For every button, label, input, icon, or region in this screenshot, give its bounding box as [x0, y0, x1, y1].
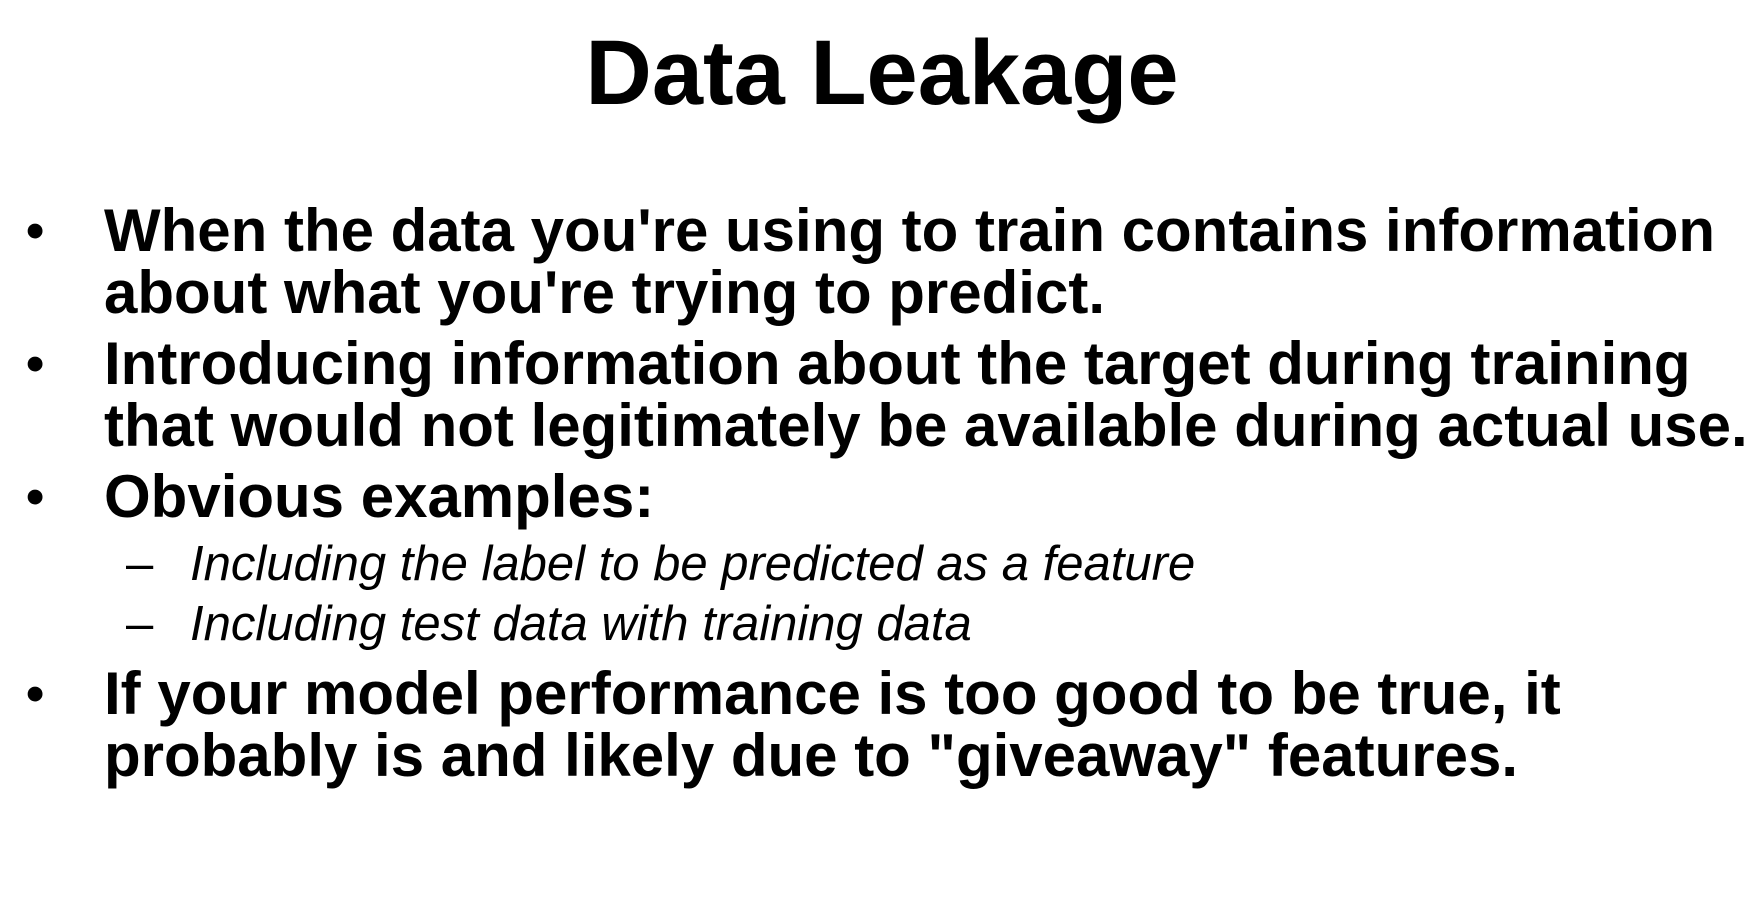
sub-bullet-text: Including the label to be predicted as a… — [190, 537, 1196, 591]
bullet-marker: • — [26, 335, 45, 393]
bullet-item: • When the data you're using to train co… — [26, 200, 1764, 324]
bullet-marker: • — [26, 202, 45, 260]
bullet-marker: • — [26, 665, 45, 723]
slide-title: Data Leakage — [585, 22, 1179, 124]
bullet-text: Introducing information about the target… — [104, 330, 1748, 459]
sub-bullet-marker: – — [126, 537, 154, 591]
bullet-item: • Obvious examples: – Including the labe… — [26, 466, 1764, 654]
sub-bullet-item: – Including test data with training data — [26, 594, 1764, 654]
bullet-text: Obvious examples: — [104, 463, 655, 530]
bullet-text: When the data you're using to train cont… — [104, 197, 1716, 326]
sub-bullet-text: Including test data with training data — [190, 597, 972, 651]
sub-bullet-item: – Including the label to be predicted as… — [26, 534, 1764, 594]
sub-bullet-marker: – — [126, 597, 154, 651]
bullet-item: • If your model performance is too good … — [26, 663, 1764, 787]
bullet-item: • Introducing information about the targ… — [26, 333, 1764, 457]
bullet-marker: • — [26, 468, 45, 526]
slide: Data Leakage • When the data you're usin… — [0, 0, 1764, 910]
bullet-list: • When the data you're using to train co… — [26, 200, 1764, 796]
bullet-text: If your model performance is too good to… — [104, 660, 1561, 789]
sub-bullet-list: – Including the label to be predicted as… — [104, 534, 1764, 654]
